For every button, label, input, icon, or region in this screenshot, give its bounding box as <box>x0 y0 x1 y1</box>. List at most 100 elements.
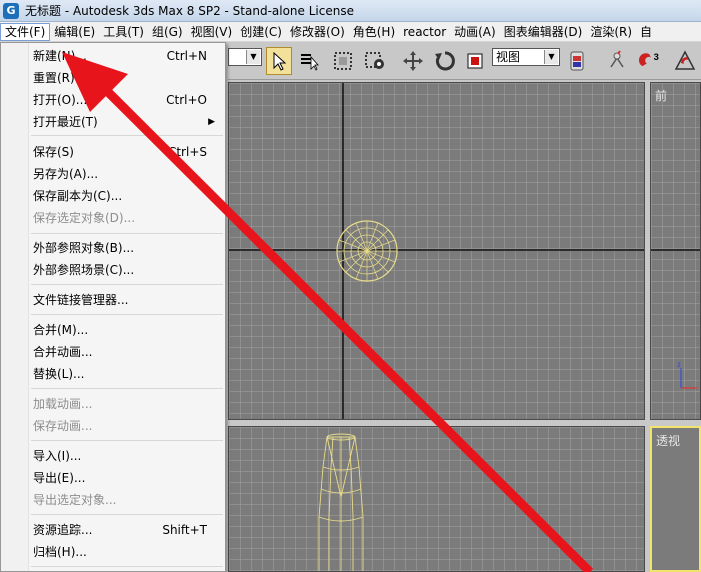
menu-item-label: 新建(N)... <box>33 49 87 63</box>
manipulate-icon <box>610 50 624 68</box>
viewport-label-perspective[interactable]: 透视 <box>656 432 680 449</box>
menu-group[interactable]: 组(G) <box>148 23 187 41</box>
menu-item-file-link-manager[interactable]: 文件链接管理器... <box>33 289 221 311</box>
menu-item-shortcut: Ctrl+S <box>167 145 207 159</box>
select-by-name-button[interactable] <box>296 47 322 75</box>
rectangular-selection-button[interactable] <box>330 47 356 75</box>
menu-item-replace[interactable]: 替换(L)... <box>33 363 221 385</box>
menu-item-save-selected: 保存选定对象(D)... <box>33 207 221 229</box>
menu-separator <box>31 284 223 285</box>
angle-snap-icon <box>674 50 696 70</box>
menu-separator <box>31 233 223 234</box>
menu-separator <box>31 566 223 567</box>
menu-item-import[interactable]: 导入(I)... <box>33 445 221 467</box>
menu-reactor[interactable]: reactor <box>399 23 450 41</box>
menu-rendering[interactable]: 渲染(R) <box>586 23 636 41</box>
menu-item-label: 保存(S) <box>33 145 74 159</box>
app-icon[interactable]: G <box>3 2 19 19</box>
title-bar: G 无标题 - Autodesk 3ds Max 8 SP2 - Stand-a… <box>0 0 701 22</box>
menu-create[interactable]: 创建(C) <box>236 23 286 41</box>
chevron-down-icon: ▼ <box>544 50 558 64</box>
menu-item-save-copy-as[interactable]: 保存副本为(C)... <box>33 185 221 207</box>
cursor-arrow-icon <box>273 51 287 71</box>
axis-z-label: z <box>677 360 681 369</box>
wireframe-sphere[interactable] <box>336 220 398 282</box>
main-toolbar: ▼ 视图 ▼ 3 <box>228 42 701 80</box>
menu-separator <box>31 388 223 389</box>
crossing-selection-icon <box>365 52 384 69</box>
viewport-perspective[interactable]: 透视 <box>650 426 701 572</box>
menu-modifiers[interactable]: 修改器(O) <box>286 23 349 41</box>
menu-item-label: 合并(M)... <box>33 323 89 337</box>
viewport-top[interactable] <box>228 82 645 420</box>
menu-item-merge-animation[interactable]: 合并动画... <box>33 341 221 363</box>
menu-bar: 文件(F) 编辑(E) 工具(T) 组(G) 视图(V) 创建(C) 修改器(O… <box>0 22 701 42</box>
menu-item-save-as[interactable]: 另存为(A)... <box>33 163 221 185</box>
reference-coordinate-dropdown[interactable]: 视图 ▼ <box>492 48 560 66</box>
reference-coordinate-value: 视图 <box>496 50 521 64</box>
select-and-manipulate-button[interactable] <box>604 47 630 75</box>
snap-mode-badge: 3 <box>654 51 659 62</box>
selection-filter-dropdown[interactable]: ▼ <box>228 48 262 66</box>
chevron-down-icon: ▼ <box>246 50 260 64</box>
menu-item-load-animation: 加载动画... <box>33 393 221 415</box>
pivot-center-button[interactable] <box>564 47 590 75</box>
menu-item-open-recent[interactable]: 打开最近(T) ▶ <box>33 111 221 133</box>
menu-item-label: 重置(R) <box>33 71 75 85</box>
menu-item-label: 外部参照对象(B)... <box>33 241 135 255</box>
wireframe-bottle[interactable] <box>318 433 364 572</box>
menu-separator <box>31 314 223 315</box>
menu-customize[interactable]: 自 <box>636 23 656 41</box>
menu-item-asset-tracking[interactable]: 资源追踪... Shift+T <box>33 519 221 541</box>
menu-item-label: 打开(O)... <box>33 93 88 107</box>
menu-item-new[interactable]: 新建(N)... Ctrl+N <box>33 45 221 67</box>
menu-tools[interactable]: 工具(T) <box>99 23 148 41</box>
menu-item-label: 合并动画... <box>33 345 93 359</box>
menu-item-label: 保存选定对象(D)... <box>33 211 136 225</box>
menu-views[interactable]: 视图(V) <box>187 23 237 41</box>
menu-item-archive[interactable]: 归档(H)... <box>33 541 221 563</box>
select-and-move-button[interactable] <box>400 47 426 75</box>
snaps-toggle-button[interactable]: 3 <box>638 47 664 75</box>
menu-item-export[interactable]: 导出(E)... <box>33 467 221 489</box>
menu-item-label: 保存动画... <box>33 419 93 433</box>
menu-item-shortcut: Ctrl+O <box>166 93 207 107</box>
viewport-left[interactable] <box>228 426 645 572</box>
axis-tripod-icon: z <box>677 360 697 389</box>
front-viewport-canvas: z <box>651 249 700 389</box>
menu-item-shortcut: Shift+T <box>162 523 207 537</box>
menu-item-label: 外部参照场景(C)... <box>33 263 135 277</box>
menu-item-open[interactable]: 打开(O)... Ctrl+O <box>33 89 221 111</box>
menu-item-xref-objects[interactable]: 外部参照对象(B)... <box>33 237 221 259</box>
menu-separator <box>31 514 223 515</box>
menu-item-label: 资源追踪... <box>33 523 93 537</box>
window-crossing-button[interactable] <box>362 47 388 75</box>
menu-animation[interactable]: 动画(A) <box>450 23 500 41</box>
select-and-scale-button[interactable] <box>462 47 488 75</box>
menu-item-shortcut: Ctrl+N <box>166 49 207 63</box>
file-menu-dropdown: 新建(N)... Ctrl+N 重置(R) 打开(O)... Ctrl+O 打开最近… <box>0 42 226 572</box>
menu-item-label: 打开最近(T) <box>33 115 98 129</box>
menu-item-save-animation: 保存动画... <box>33 415 221 437</box>
viewport-front[interactable]: 前 z <box>650 82 701 420</box>
menu-item-merge[interactable]: 合并(M)... <box>33 319 221 341</box>
top-viewport-canvas <box>229 83 644 419</box>
scale-icon <box>467 53 483 69</box>
menu-character[interactable]: 角色(H) <box>349 23 399 41</box>
menu-item-xref-scene[interactable]: 外部参照场景(C)... <box>33 259 221 281</box>
menu-file[interactable]: 文件(F) <box>0 22 51 41</box>
menu-icon-gutter <box>1 43 29 571</box>
rotate-icon <box>435 51 455 71</box>
menu-item-label: 导出选定对象... <box>33 493 117 507</box>
menu-graph-editors[interactable]: 图表编辑器(D) <box>500 23 587 41</box>
menu-item-label: 保存副本为(C)... <box>33 189 123 203</box>
select-by-name-icon <box>301 54 319 71</box>
angle-snap-button[interactable] <box>672 47 698 75</box>
select-object-button[interactable] <box>266 47 292 75</box>
window-title: 无标题 - Autodesk 3ds Max 8 SP2 - Stand-alo… <box>25 4 354 18</box>
menu-item-reset[interactable]: 重置(R) <box>33 67 221 89</box>
menu-item-save[interactable]: 保存(S) Ctrl+S <box>33 141 221 163</box>
left-viewport-canvas <box>318 433 364 572</box>
select-and-rotate-button[interactable] <box>432 47 458 75</box>
menu-edit[interactable]: 编辑(E) <box>50 23 99 41</box>
